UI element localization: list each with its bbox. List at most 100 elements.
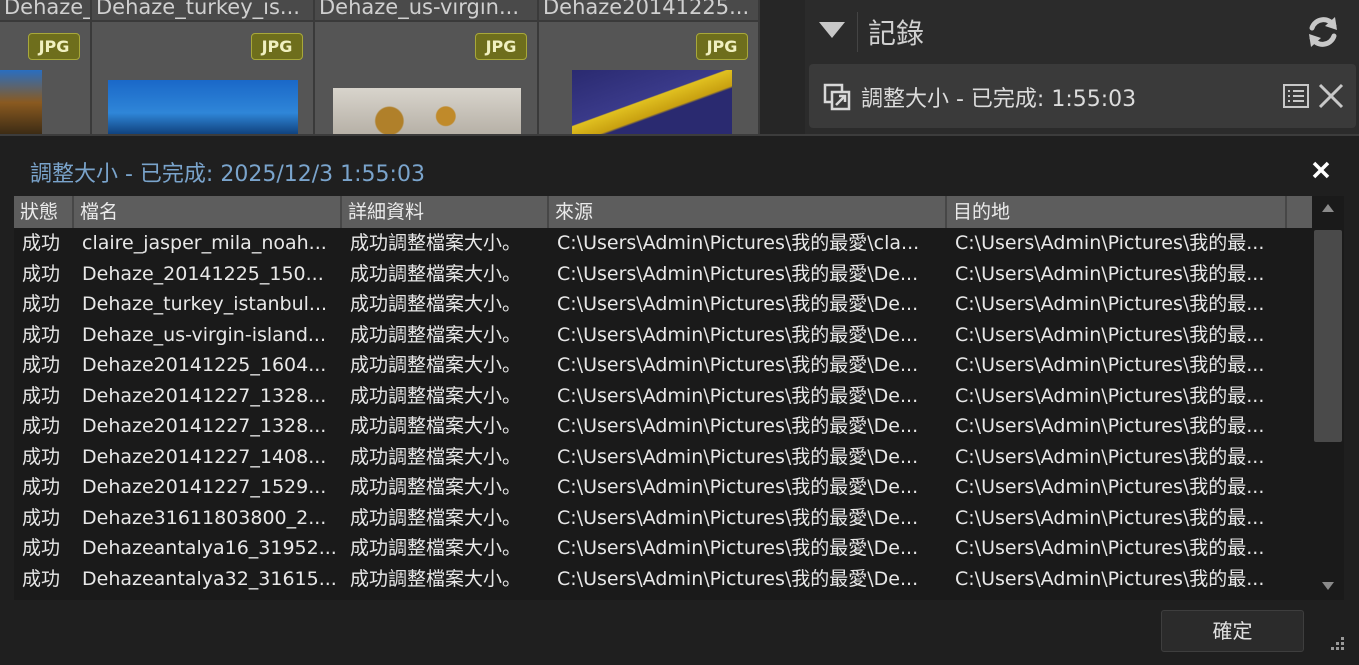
cell-source: C:\Users\Admin\Pictures\我的最愛\De... [557, 567, 919, 590]
cell-filename: Dehaze20141227_1328... [82, 415, 327, 437]
cell-source: C:\Users\Admin\Pictures\我的最愛\De... [557, 415, 919, 437]
cell-destination: C:\Users\Admin\Pictures\我的最... [955, 476, 1265, 498]
cell-details: 成功調整檔案大小。 [350, 232, 522, 254]
cell-filename: Dehaze20141227_1328... [82, 384, 327, 407]
thumbnail-image [333, 88, 521, 135]
thumbnail-strip: Dehaze_20141225_1... JPG Dehaze_turkey_i… [0, 0, 760, 135]
thumbnail[interactable]: Dehaze_20141225_1... JPG [0, 0, 92, 135]
cell-status: 成功 [22, 567, 61, 590]
table-row[interactable]: 成功 Dehaze31611803800_2... 成功調整檔案大小。 C:\User… [14, 503, 1312, 534]
table-header: 狀態 檔名 詳細資料 來源 目的地 [14, 196, 1312, 228]
cell-source: C:\Users\Admin\Pictures\我的最愛\De... [557, 537, 919, 559]
column-header-destination[interactable]: 目的地 [947, 196, 1287, 228]
cell-filename: Dehazeantalya32_31615... [82, 567, 337, 590]
history-item-label: 調整大小 - 已完成: 1:55:03 [861, 87, 1137, 112]
cell-details: 成功調整檔案大小。 [350, 354, 522, 376]
arrow-up-icon[interactable] [1322, 204, 1334, 212]
table-row[interactable]: 成功 Dehaze20141227_1328... 成功調整檔案大小。 C:\User… [14, 381, 1312, 412]
cell-filename: Dehazeantalya16_31952... [82, 537, 337, 559]
background-app: Dehaze_20141225_1... JPG Dehaze_turkey_i… [0, 0, 1359, 135]
results-table: 狀態 檔名 詳細資料 來源 目的地 成功 claire_jasper_mila_n… [14, 196, 1344, 600]
list-icon[interactable] [1282, 82, 1310, 110]
close-icon[interactable] [1309, 158, 1333, 182]
thumbnail-title: Dehaze_turkey_is... [92, 0, 313, 22]
table-row[interactable]: 成功 Dehazeantalya16_31952... 成功調整檔案大小。 C:\Us… [14, 533, 1312, 564]
jpg-badge: JPG [475, 33, 527, 60]
jpg-badge: JPG [696, 33, 748, 60]
column-header-filename[interactable]: 檔名 [74, 196, 342, 228]
column-header-details[interactable]: 詳細資料 [342, 196, 549, 228]
cell-source: C:\Users\Admin\Pictures\我的最愛\De... [557, 354, 919, 376]
cell-details: 成功調整檔案大小。 [350, 415, 522, 437]
cell-details: 成功調整檔案大小。 [350, 293, 522, 315]
thumbnail-image [108, 80, 298, 135]
arrow-down-icon[interactable] [1322, 582, 1334, 590]
cell-details: 成功調整檔案大小。 [350, 445, 522, 468]
table-row[interactable]: 成功 Dehaze_turkey_istanbul... 成功調整檔案大小。 C:\U… [14, 289, 1312, 320]
cell-filename: Dehaze20141225_1604... [82, 354, 327, 376]
cell-destination: C:\Users\Admin\Pictures\我的最... [955, 384, 1265, 407]
cell-filename: claire_jasper_mila_noah... [82, 232, 327, 254]
cell-filename: Dehaze_us-virgin-island... [82, 323, 327, 346]
history-panel-header: 記錄 [805, 0, 1359, 62]
scrollbar-thumb[interactable] [1314, 230, 1342, 442]
table-row[interactable]: 成功 Dehaze20141225_1604... 成功調整檔案大小。 C:\User… [14, 350, 1312, 381]
table-row[interactable]: 成功 Dehaze20141227_1408... 成功調整檔案大小。 C:\User… [14, 442, 1312, 473]
table-row[interactable]: 成功 Dehaze_us-virgin-island... 成功調整檔案大小。 C:\… [14, 320, 1312, 351]
cell-destination: C:\Users\Admin\Pictures\我的最... [955, 262, 1265, 285]
refresh-icon[interactable] [1305, 14, 1341, 50]
cell-details: 成功調整檔案大小。 [350, 567, 522, 590]
cell-destination: C:\Users\Admin\Pictures\我的最... [955, 445, 1265, 468]
close-icon[interactable] [1316, 81, 1346, 111]
cell-status: 成功 [22, 262, 61, 285]
cell-destination: C:\Users\Admin\Pictures\我的最... [955, 506, 1265, 529]
column-header-status[interactable]: 狀態 [14, 196, 74, 228]
cell-status: 成功 [22, 445, 61, 468]
triangle-down-icon[interactable] [819, 22, 845, 38]
divider [857, 12, 858, 52]
column-header-source[interactable]: 來源 [549, 196, 947, 228]
vertical-scrollbar[interactable] [1312, 196, 1344, 600]
cell-destination: C:\Users\Admin\Pictures\我的最... [955, 415, 1265, 437]
history-panel: 記錄 調整大小 - 已完成: 1:55:03 [805, 0, 1359, 135]
column-header-filler [1287, 196, 1312, 228]
jpg-badge: JPG [28, 33, 80, 60]
table-row[interactable]: 成功 Dehazeantalya32_31615... 成功調整檔案大小。 C:\Us… [14, 564, 1312, 595]
thumbnail-title: Dehaze_20141225_1... [0, 0, 90, 22]
thumbnail-image [572, 70, 732, 135]
dialog-title: 調整大小 - 已完成: 2025/12/3 1:55:03 [30, 162, 425, 187]
cell-status: 成功 [22, 415, 61, 437]
cell-details: 成功調整檔案大小。 [350, 262, 522, 285]
ok-button[interactable]: 確定 [1161, 610, 1304, 652]
panel-gutter [760, 0, 805, 135]
table-row[interactable]: 成功 Dehaze20141227_1328... 成功調整檔案大小。 C:\User… [14, 411, 1312, 442]
cell-details: 成功調整檔案大小。 [350, 384, 522, 407]
table-row[interactable]: 成功 Dehaze_20141225_150... 成功調整檔案大小。 C:\User… [14, 259, 1312, 290]
table-row[interactable]: 成功 Dehaze20141227_1529... 成功調整檔案大小。 C:\User… [14, 472, 1312, 503]
cell-filename: Dehaze20141227_1408... [82, 445, 327, 468]
cell-destination: C:\Users\Admin\Pictures\我的最... [955, 354, 1265, 376]
resize-icon [823, 83, 851, 111]
cell-source: C:\Users\Admin\Pictures\我的最愛\De... [557, 293, 919, 315]
cell-source: C:\Users\Admin\Pictures\我的最愛\De... [557, 506, 919, 529]
resize-grip-icon[interactable] [1329, 635, 1345, 651]
cell-filename: Dehaze_turkey_istanbul... [82, 293, 328, 315]
history-item[interactable]: 調整大小 - 已完成: 1:55:03 [809, 64, 1356, 128]
cell-source: C:\Users\Admin\Pictures\我的最愛\De... [557, 384, 919, 407]
cell-details: 成功調整檔案大小。 [350, 323, 522, 346]
cell-source: C:\Users\Admin\Pictures\我的最愛\De... [557, 476, 919, 498]
cell-status: 成功 [22, 384, 61, 407]
cell-source: C:\Users\Admin\Pictures\我的最愛\De... [557, 262, 919, 285]
thumbnail-title: Dehaze20141225... [539, 0, 758, 22]
cell-filename: Dehaze_20141225_150... [82, 262, 324, 285]
cell-source: C:\Users\Admin\Pictures\我的最愛\cla... [557, 232, 920, 254]
cell-status: 成功 [22, 323, 61, 346]
cell-source: C:\Users\Admin\Pictures\我的最愛\De... [557, 323, 919, 346]
cell-details: 成功調整檔案大小。 [350, 537, 522, 559]
cell-status: 成功 [22, 506, 61, 529]
resize-results-dialog: 調整大小 - 已完成: 2025/12/3 1:55:03 狀態 檔名 詳細資料… [0, 134, 1359, 665]
cell-status: 成功 [22, 354, 61, 376]
cell-destination: C:\Users\Admin\Pictures\我的最... [955, 323, 1265, 346]
table-body: 成功 claire_jasper_mila_noah... 成功調整檔案大小。 C:\… [14, 228, 1312, 594]
table-row[interactable]: 成功 claire_jasper_mila_noah... 成功調整檔案大小。 C:\… [14, 228, 1312, 259]
